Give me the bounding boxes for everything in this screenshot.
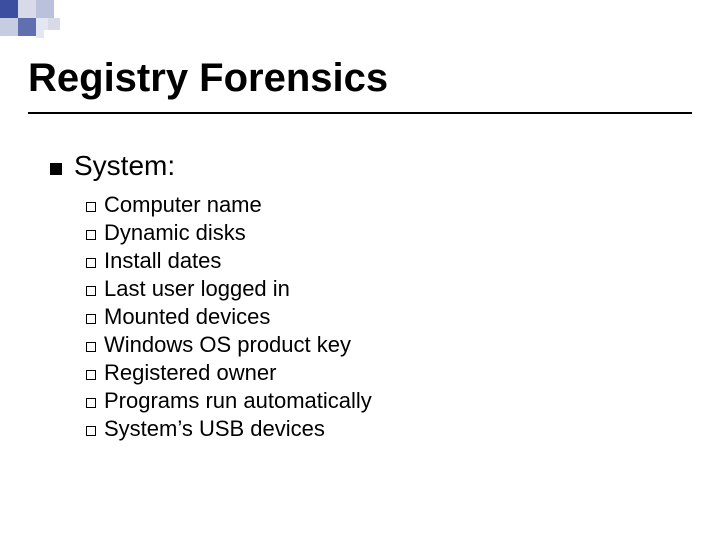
deco-square [36, 30, 44, 38]
list-item: Programs run automatically [86, 388, 680, 414]
slide-title: Registry Forensics [28, 56, 388, 101]
item-list: Computer name Dynamic disks Install date… [86, 192, 680, 442]
list-item: Computer name [86, 192, 680, 218]
list-item: Mounted devices [86, 304, 680, 330]
list-item: Registered owner [86, 360, 680, 386]
deco-square [18, 0, 36, 18]
section-heading: System: [74, 150, 175, 182]
deco-square [0, 0, 18, 18]
deco-square [36, 0, 54, 18]
list-item-label: Mounted devices [104, 304, 270, 330]
list-item: Windows OS product key [86, 332, 680, 358]
bullet-hollow-icon [86, 314, 96, 324]
deco-square [36, 18, 48, 30]
slide-body: System: Computer name Dynamic disks Inst… [50, 150, 680, 444]
deco-square [48, 18, 60, 30]
list-item-label: Last user logged in [104, 276, 290, 302]
bullet-hollow-icon [86, 230, 96, 240]
list-item-label: System’s USB devices [104, 416, 325, 442]
list-item-label: Programs run automatically [104, 388, 372, 414]
bullet-hollow-icon [86, 426, 96, 436]
bullet-hollow-icon [86, 398, 96, 408]
list-item: Last user logged in [86, 276, 680, 302]
deco-square [18, 18, 36, 36]
list-item-label: Install dates [104, 248, 221, 274]
bullet-hollow-icon [86, 258, 96, 268]
list-item: System’s USB devices [86, 416, 680, 442]
list-item-label: Dynamic disks [104, 220, 246, 246]
list-item: Install dates [86, 248, 680, 274]
deco-square [0, 18, 18, 36]
section-heading-row: System: [50, 150, 680, 182]
bullet-hollow-icon [86, 370, 96, 380]
bullet-hollow-icon [86, 286, 96, 296]
list-item: Dynamic disks [86, 220, 680, 246]
list-item-label: Windows OS product key [104, 332, 351, 358]
bullet-hollow-icon [86, 342, 96, 352]
title-underline [28, 112, 692, 114]
bullet-hollow-icon [86, 202, 96, 212]
bullet-solid-icon [50, 163, 62, 175]
list-item-label: Registered owner [104, 360, 276, 386]
list-item-label: Computer name [104, 192, 262, 218]
